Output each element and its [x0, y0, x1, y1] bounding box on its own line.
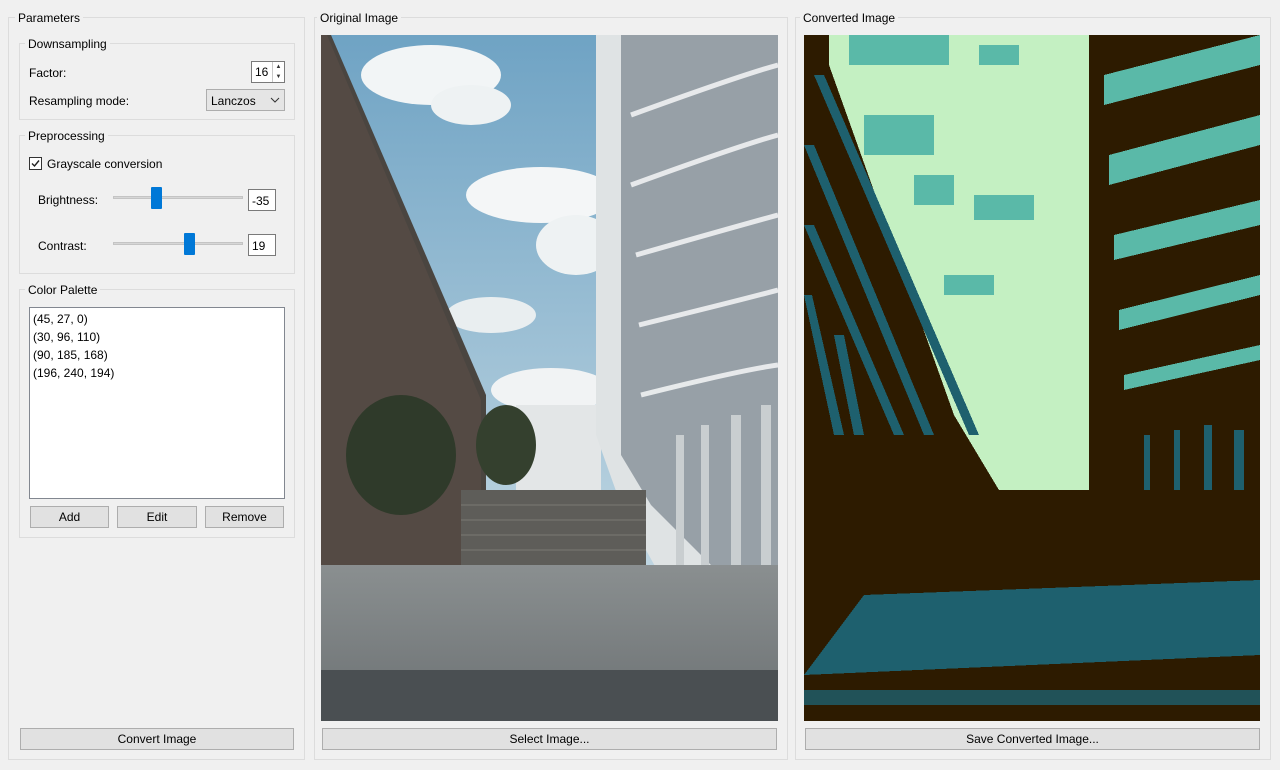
brightness-value: -35	[252, 194, 270, 208]
convert-image-button[interactable]: Convert Image	[20, 728, 294, 750]
resampling-mode-value: Lanczos	[211, 94, 256, 108]
palette-list[interactable]: (45, 27, 0) (30, 96, 110) (90, 185, 168)…	[29, 307, 285, 499]
original-photo	[321, 35, 778, 721]
factor-spinbox[interactable]: 16 ▲ ▼	[251, 61, 285, 83]
contrast-label: Contrast:	[38, 239, 87, 253]
contrast-slider[interactable]	[113, 232, 243, 256]
resampling-mode-label: Resampling mode:	[29, 94, 130, 108]
edit-color-button[interactable]: Edit	[117, 506, 197, 528]
palette-list-item[interactable]: (90, 185, 168)	[33, 348, 108, 362]
parameters-title: Parameters	[15, 11, 84, 25]
original-image	[321, 35, 778, 721]
preprocessing-title: Preprocessing	[25, 129, 108, 143]
resampling-mode-select[interactable]: Lanczos	[206, 89, 285, 111]
converted-image	[804, 35, 1260, 721]
grayscale-checkbox[interactable]	[29, 157, 42, 170]
converted-photo	[804, 35, 1260, 721]
brightness-slider-track	[113, 196, 243, 199]
add-color-button[interactable]: Add	[30, 506, 109, 528]
brightness-slider[interactable]	[113, 186, 243, 210]
palette-list-item[interactable]: (196, 240, 194)	[33, 366, 114, 380]
brightness-value-box[interactable]: -35	[248, 189, 276, 211]
color-palette-title: Color Palette	[25, 283, 101, 297]
converted-image-title: Converted Image	[800, 11, 899, 25]
grayscale-label: Grayscale conversion	[47, 157, 163, 171]
contrast-value-box[interactable]: 19	[248, 234, 276, 256]
contrast-value: 19	[252, 239, 266, 253]
factor-value: 16	[255, 65, 269, 79]
checkmark-icon	[31, 160, 40, 168]
contrast-slider-track	[113, 242, 243, 245]
save-converted-image-button[interactable]: Save Converted Image...	[805, 728, 1260, 750]
remove-color-button[interactable]: Remove	[205, 506, 284, 528]
factor-label: Factor:	[29, 66, 67, 80]
spin-up-icon[interactable]: ▲	[273, 62, 284, 72]
brightness-slider-handle[interactable]	[151, 187, 162, 209]
spin-down-icon[interactable]: ▼	[273, 72, 284, 82]
select-image-button[interactable]: Select Image...	[322, 728, 777, 750]
brightness-label: Brightness:	[38, 193, 99, 207]
palette-list-item[interactable]: (30, 96, 110)	[33, 330, 100, 344]
factor-spin-arrows: ▲ ▼	[272, 62, 284, 82]
contrast-slider-handle[interactable]	[184, 233, 195, 255]
downsampling-title: Downsampling	[25, 37, 110, 51]
chevron-down-icon	[270, 97, 280, 103]
original-image-title: Original Image	[317, 11, 402, 25]
palette-list-item[interactable]: (45, 27, 0)	[33, 312, 88, 326]
